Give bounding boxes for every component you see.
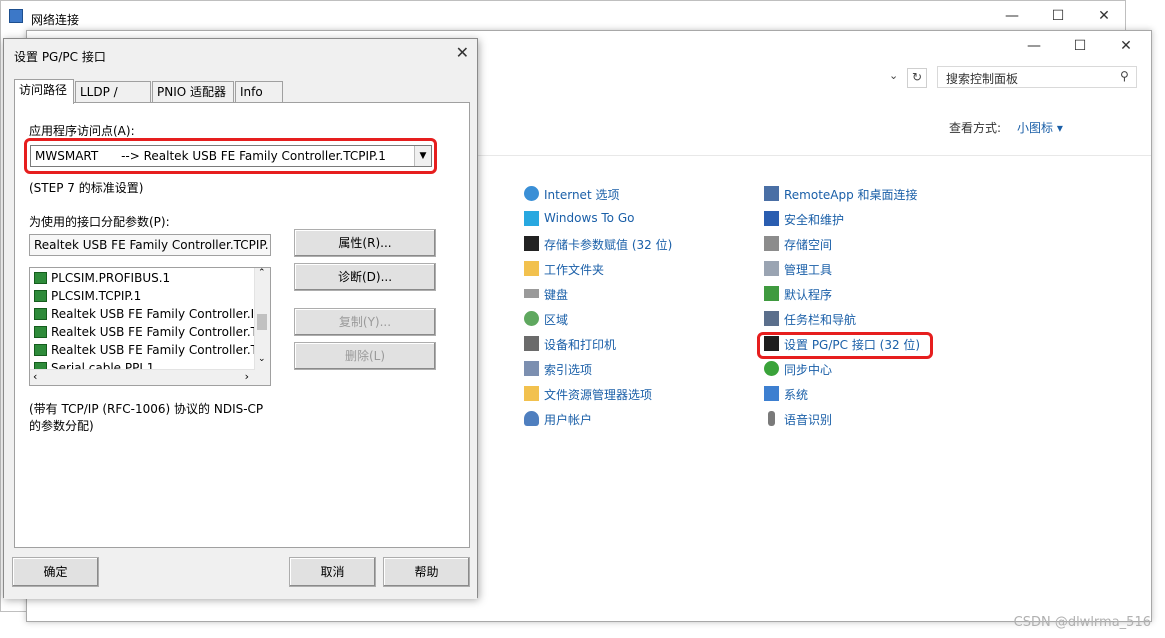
tools-icon — [764, 261, 779, 276]
network-icon — [9, 9, 23, 23]
network-minimize-button[interactable]: — — [989, 1, 1035, 31]
dialog-close-button[interactable]: ✕ — [456, 43, 469, 62]
access-point-label: 应用程序访问点(A): — [29, 124, 135, 138]
memory-card-icon — [524, 236, 539, 251]
interfaces-list[interactable]: PLCSIM.PROFIBUS.1 PLCSIM.TCPIP.1 Realtek… — [29, 267, 271, 386]
network-adapter-icon — [34, 290, 47, 302]
description-line-1: (带有 TCP/IP (RFC-1006) 协议的 NDIS-CP — [29, 402, 264, 416]
tab-access-path[interactable]: 访问路径 — [14, 79, 74, 104]
network-adapter-icon — [34, 344, 47, 356]
globe-icon — [524, 186, 539, 201]
storage-icon — [764, 236, 779, 251]
highlight-pgpc-item — [757, 332, 933, 359]
refresh-icon[interactable]: ↻ — [907, 68, 927, 88]
network-adapter-icon — [34, 272, 47, 284]
tab-info[interactable]: Info — [235, 81, 283, 103]
params-field[interactable]: Realtek USB FE Family Controller.TCPIP.1 — [29, 234, 271, 256]
cp-maximize-button[interactable]: ☐ — [1057, 31, 1103, 61]
copy-button[interactable]: 复制(Y)... — [294, 308, 436, 336]
view-mode-label: 查看方式: — [949, 121, 1002, 135]
system-icon — [764, 386, 779, 401]
cp-search-input[interactable]: 搜索控制面板 ⚲ — [937, 66, 1137, 88]
description-line-2: 的参数分配) — [29, 419, 94, 433]
search-icon: ⚲ — [1120, 69, 1129, 83]
delete-button[interactable]: 删除(L) — [294, 342, 436, 370]
taskbar-icon — [764, 311, 779, 326]
pgpc-dialog: 设置 PG/PC 接口 ✕ 访问路径 LLDP / DCP PNIO 适配器 I… — [3, 38, 478, 599]
watermark: CSDN @dlwlrma_516 — [1013, 615, 1151, 630]
default-programs-icon — [764, 286, 779, 301]
step7-note: (STEP 7 的标准设置) — [29, 181, 144, 195]
remote-desktop-icon — [764, 186, 779, 201]
network-close-button[interactable]: ✕ — [1081, 1, 1127, 31]
scroll-up-icon[interactable]: ⌃ — [258, 268, 266, 278]
printer-icon — [524, 336, 539, 351]
properties-button[interactable]: 属性(R)... — [294, 229, 436, 257]
scrollbar-corner — [255, 370, 270, 385]
help-button[interactable]: 帮助 — [383, 557, 470, 587]
vertical-scrollbar[interactable]: ⌃ ⌄ — [254, 268, 270, 371]
scroll-thumb[interactable] — [257, 314, 267, 330]
scroll-down-icon[interactable]: ⌄ — [258, 354, 266, 364]
dialog-title: 设置 PG/PC 接口 — [14, 50, 106, 64]
cp-minimize-button[interactable]: — — [1011, 31, 1057, 61]
params-value: Realtek USB FE Family Controller.TCPIP.1 — [34, 238, 271, 252]
cancel-button[interactable]: 取消 — [289, 557, 376, 587]
region-globe-icon — [524, 311, 539, 326]
keyboard-icon — [524, 289, 539, 298]
network-adapter-icon — [34, 326, 47, 338]
windows-logo-icon — [524, 211, 539, 226]
search-placeholder: 搜索控制面板 — [946, 72, 1019, 86]
network-maximize-button[interactable]: ☐ — [1035, 1, 1081, 31]
tab-lldp-dcp[interactable]: LLDP / DCP — [75, 81, 151, 119]
diagnostics-button[interactable]: 诊断(D)... — [294, 263, 436, 291]
chevron-down-icon[interactable]: ⌄ — [889, 69, 898, 82]
highlight-access-point — [24, 138, 437, 174]
folder-icon — [524, 261, 539, 276]
tab-pnio-adapter[interactable]: PNIO 适配器 — [152, 81, 234, 103]
cp-close-button[interactable]: ✕ — [1103, 31, 1149, 61]
users-icon — [524, 411, 539, 426]
ok-button[interactable]: 确定 — [12, 557, 99, 587]
scroll-left-icon[interactable]: ‹ — [33, 370, 37, 383]
explorer-folder-icon — [524, 386, 539, 401]
params-label: 为使用的接口分配参数(P): — [29, 215, 170, 229]
flag-icon — [764, 211, 779, 226]
scroll-right-icon[interactable]: › — [245, 370, 249, 383]
index-icon — [524, 361, 539, 376]
network-window-titlebar[interactable]: 网络连接 — ☐ ✕ — [1, 1, 1125, 31]
microphone-icon — [768, 411, 775, 426]
sync-icon — [764, 361, 779, 376]
network-adapter-icon — [34, 308, 47, 320]
horizontal-scrollbar[interactable]: ‹ › — [30, 369, 255, 385]
view-mode-dropdown[interactable]: 小图标 ▾ — [1017, 119, 1063, 136]
network-window-title: 网络连接 — [31, 13, 80, 27]
